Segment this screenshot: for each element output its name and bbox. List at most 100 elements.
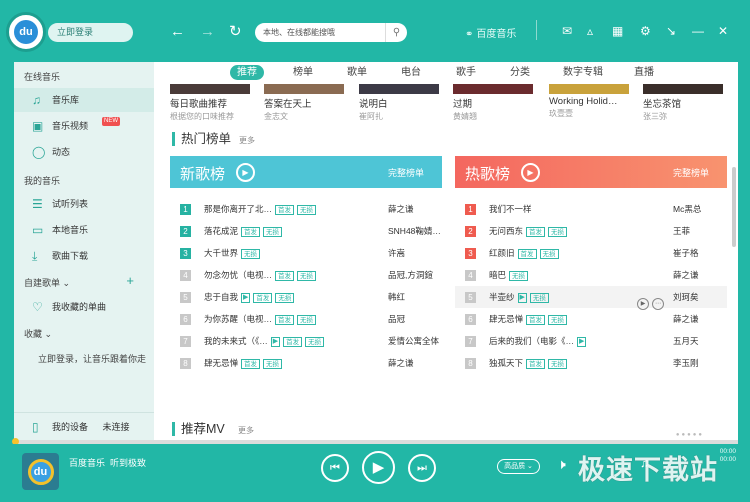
full-chart-link[interactable]: 完整榜单 [673, 166, 709, 179]
baidu-music-logo[interactable]: du [6, 12, 46, 52]
next-button[interactable]: ⏭ [408, 454, 436, 482]
chart-row[interactable]: 8 独孤天下 首发 无损 李玉刚 [455, 352, 727, 374]
add-playlist-icon[interactable]: + [126, 273, 134, 288]
tab-recommend[interactable]: 推荐 [230, 65, 264, 80]
rec-card[interactable]: 每日歌曲推荐 根据您的口味推荐 [170, 84, 250, 122]
rec-card[interactable]: 坐忘茶馆 张三弥 [643, 84, 723, 122]
song-title[interactable]: 暗巴 [489, 270, 506, 280]
carousel-dots[interactable]: ●●●●● [676, 432, 704, 438]
artist-name[interactable]: 刘珂矣 [673, 286, 699, 308]
artist-name[interactable]: Mc黑总 [673, 198, 701, 220]
artist-name[interactable]: 品冠,方洞鍹 [388, 264, 433, 286]
sidebar-head-custom[interactable]: 自建歌单 ⌄ [24, 276, 70, 289]
chart-row[interactable]: 7 后来的我们（电影《… ▶ 五月天 [455, 330, 727, 352]
forward-arrow-icon[interactable]: → [200, 24, 215, 39]
gear-icon[interactable]: ⚙ [640, 24, 651, 38]
song-title[interactable]: 我们不一样 [489, 204, 532, 214]
my-device-bar[interactable]: ▯ 我的设备 未连接 [14, 412, 154, 440]
chart-row[interactable]: 7 我的未来式（《… ▶ 首发 无损 爱情公寓全体 [170, 330, 442, 352]
play-button[interactable]: ▶ [362, 451, 395, 484]
artist-name[interactable]: 许嵩 [388, 242, 405, 264]
chart-row[interactable]: 1 那是你离开了北… 首发 无损 薛之谦 [170, 198, 442, 220]
sidebar-item-activity[interactable]: ◯ 动态 [14, 140, 154, 164]
minimode-icon[interactable]: ↘ [666, 24, 676, 38]
sidebar-item-library[interactable]: ♫ 音乐库 [14, 88, 154, 112]
tab-digital-albums[interactable]: 数字专辑 [563, 65, 603, 80]
play-circle-icon[interactable]: ▶ [236, 163, 255, 182]
mv-icon[interactable]: ▶ [517, 292, 527, 303]
sidebar-item-favorites[interactable]: ♡ 我收藏的单曲 [14, 295, 154, 319]
tab-playlists[interactable]: 歌单 [347, 65, 367, 80]
tab-singers[interactable]: 歌手 [456, 65, 476, 80]
artist-name[interactable]: 薛之谦 [388, 352, 414, 374]
mv-icon[interactable]: ▶ [241, 292, 251, 303]
chart-row[interactable]: 4 勿念勿忧（电视… 首发 无损 品冠,方洞鍹 [170, 264, 442, 286]
chart-row[interactable]: 2 无问西东 首发 无损 王菲 [455, 220, 727, 242]
minimize-icon[interactable]: — [692, 24, 704, 38]
artist-name[interactable]: SNH48鞠婧… [388, 220, 441, 242]
login-hint[interactable]: 立即登录，让音乐跟着你走 [38, 352, 146, 365]
tab-live[interactable]: 直播 [634, 65, 654, 80]
artist-name[interactable]: 薛之谦 [673, 308, 699, 330]
artist-name[interactable]: 薛之谦 [673, 264, 699, 286]
mv-more-link[interactable]: 更多 [238, 425, 254, 436]
chart-row[interactable]: 5 半壶纱 ▶ 无损 ▶ ⋯ 刘珂矣 [455, 286, 727, 310]
full-chart-link[interactable]: 完整榜单 [388, 166, 424, 179]
song-title[interactable]: 独孤天下 [489, 358, 523, 368]
album-art[interactable]: du [22, 453, 59, 490]
song-title[interactable]: 那是你离开了北… [204, 204, 272, 214]
song-title[interactable]: 肆无忌惮 [204, 358, 238, 368]
song-title[interactable]: 勿念勿忧（电视… [204, 270, 272, 280]
search-icon[interactable]: ⚲ [385, 23, 407, 42]
song-title[interactable]: 忠于自我 [204, 292, 238, 302]
chart-row[interactable]: 3 大千世界 无损 许嵩 [170, 242, 442, 264]
chart-row[interactable]: 6 为你苏醒（电视… 首发 无损 品冠 [170, 308, 442, 330]
play-circle-icon[interactable]: ▶ [521, 163, 540, 182]
sidebar-item-trial-list[interactable]: ☰ 试听列表 [14, 192, 154, 216]
sidebar-head-collect[interactable]: 收藏 ⌄ [24, 327, 52, 340]
sidebar-item-local[interactable]: ▭ 本地音乐 [14, 218, 154, 242]
song-title[interactable]: 红颜旧 [489, 248, 515, 258]
toolbox-icon[interactable]: ▦ [612, 24, 623, 38]
rec-card[interactable]: 说明白 崔阿扎 [359, 84, 439, 122]
skin-shirt-icon[interactable]: ▵ [587, 24, 593, 38]
mail-icon[interactable]: ✉ [562, 24, 572, 38]
song-title[interactable]: 后来的我们（电影《… [489, 336, 574, 346]
rec-card[interactable]: 答案在天上 金志文 [264, 84, 344, 122]
song-title[interactable]: 为你苏醒（电视… [204, 314, 272, 324]
sidebar-item-mv[interactable]: ▣ 音乐视频 NEW [14, 114, 154, 138]
mv-icon[interactable]: ▶ [270, 336, 281, 347]
tab-radio[interactable]: 电台 [401, 65, 421, 80]
song-title[interactable]: 半壶纱 [489, 292, 515, 302]
search-input[interactable]: 本地、在线都能搜哦 ⚲ [255, 23, 407, 42]
rec-card[interactable]: 过期 黄婧翘 [453, 84, 533, 122]
rec-card[interactable]: Working Holid… 玖壹壹 [549, 84, 629, 119]
artist-name[interactable]: 品冠 [388, 308, 405, 330]
chart-row[interactable]: 6 肆无忌惮 首发 无损 薛之谦 [455, 308, 727, 330]
artist-name[interactable]: 韩红 [388, 286, 405, 308]
chart-row[interactable]: 2 落花成泥 首发 无损 SNH48鞠婧… [170, 220, 442, 242]
song-title[interactable]: 大千世界 [204, 248, 238, 258]
artist-name[interactable]: 崔子格 [673, 242, 699, 264]
back-arrow-icon[interactable]: ← [170, 24, 185, 39]
artist-name[interactable]: 薛之谦 [388, 198, 414, 220]
tab-charts[interactable]: 榜单 [293, 65, 313, 80]
quality-select[interactable]: 高品质 ⌄ [497, 459, 540, 474]
close-icon[interactable]: ✕ [718, 24, 728, 38]
login-button[interactable]: 立即登录 [48, 23, 133, 42]
scrollbar[interactable] [732, 167, 736, 247]
artist-name[interactable]: 爱情公寓全体 [388, 330, 439, 352]
chart-row[interactable]: 1 我们不一样 Mc黑总 [455, 198, 727, 220]
chart-row[interactable]: 4 暗巴 无损 薛之谦 [455, 264, 727, 286]
song-title[interactable]: 肆无忌惮 [489, 314, 523, 324]
refresh-icon[interactable]: ↻ [229, 24, 242, 39]
artist-name[interactable]: 李玉刚 [673, 352, 699, 374]
artist-name[interactable]: 王菲 [673, 220, 690, 242]
chart-row[interactable]: 8 肆无忌惮 首发 无损 薛之谦 [170, 352, 442, 374]
volume-icon[interactable]: 🕨 [557, 456, 566, 473]
mv-icon[interactable]: ▶ [577, 336, 587, 347]
sidebar-item-download[interactable]: ⤓ 歌曲下载 [14, 244, 154, 268]
tab-categories[interactable]: 分类 [510, 65, 530, 80]
chart-row[interactable]: 5 忠于自我 ▶ 首发 无损 韩红 [170, 286, 442, 308]
song-title[interactable]: 无问西东 [489, 226, 523, 236]
